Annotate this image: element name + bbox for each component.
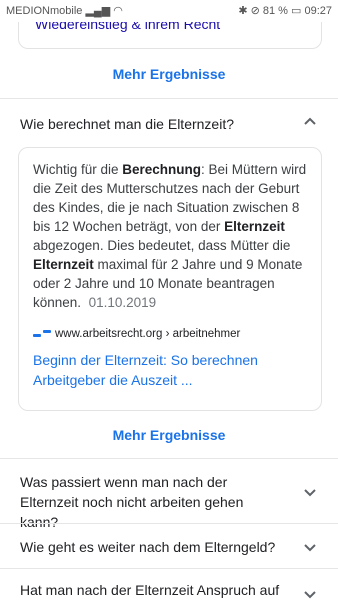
status-icons: ✱ ⊘ xyxy=(238,5,263,17)
chevron-down-icon[interactable] xyxy=(302,539,318,555)
chevron-down-icon[interactable] xyxy=(302,484,318,500)
divider xyxy=(0,98,338,99)
more-results-link-2[interactable]: Mehr Ergebnisse xyxy=(0,427,338,443)
question-1[interactable]: Wie berechnet man die Elternzeit? xyxy=(20,114,280,134)
question-3[interactable]: Wie geht es weiter nach dem Elterngeld? xyxy=(20,537,280,557)
clock: 09:27 xyxy=(304,5,332,17)
answer-date: 01.10.2019 xyxy=(88,295,157,310)
chevron-up-icon[interactable] xyxy=(302,114,318,130)
battery-label: 81 % xyxy=(262,5,288,17)
answer-link[interactable]: Beginn der Elternzeit: So berechnen Arbe… xyxy=(33,350,293,390)
answer-card: Wichtig für die Berechnung: Bei Müttern … xyxy=(18,147,322,411)
source-url[interactable]: www.arbeitsrecht.org › arbeitnehmer xyxy=(55,328,240,340)
more-results-link-1[interactable]: Mehr Ergebnisse xyxy=(0,66,338,82)
source-line[interactable]: www.arbeitsrecht.org › arbeitnehmer xyxy=(33,328,240,340)
divider xyxy=(0,523,338,524)
carrier-label: MEDIONmobile ▂▄▆ ◠ xyxy=(6,5,123,17)
status-bar: MEDIONmobile ▂▄▆ ◠ ✱ ⊘ 81 % ▭ 09:27 xyxy=(0,0,338,22)
divider xyxy=(0,458,338,459)
answer-text: Wichtig für die Berechnung: Bei Müttern … xyxy=(33,162,307,310)
question-4[interactable]: Hat man nach der Elternzeit Anspruch auf xyxy=(20,580,280,600)
divider xyxy=(0,568,338,569)
status-right: ✱ ⊘ 81 % ▭ 09:27 xyxy=(238,5,332,17)
arbeitsrecht-logo-icon xyxy=(33,329,51,338)
